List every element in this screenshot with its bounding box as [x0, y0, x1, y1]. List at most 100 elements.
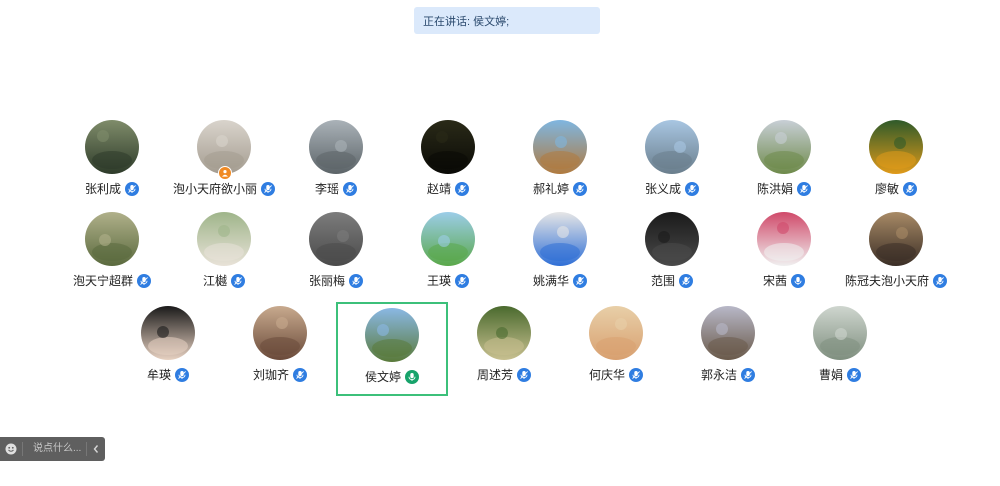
- participant-tile[interactable]: 陈洪娟: [728, 116, 840, 210]
- participant-tile[interactable]: 江樾: [168, 208, 280, 302]
- participant-namebar: 廖敏: [875, 180, 917, 197]
- participant-tile[interactable]: 侯文婷: [336, 302, 448, 396]
- participant-tile[interactable]: 范围: [616, 208, 728, 302]
- participant-grid: 张利成 泡小天府欲小丽 李瑶 赵靖 郝礼婷 张义成 陈洪娟 廖敏泡天宁超群 江樾 张丽梅 王瑛 姚满华…: [0, 0, 1000, 486]
- participant-name: 牟瑛: [146, 368, 171, 382]
- participant-tile[interactable]: 泡天宁超群: [56, 208, 168, 302]
- mic-muted-icon[interactable]: [791, 273, 805, 288]
- participant-tile[interactable]: 郭永洁: [672, 302, 784, 396]
- participant-tile[interactable]: 赵靖: [392, 116, 504, 210]
- participant-tile[interactable]: 张利成: [56, 116, 168, 210]
- avatar: [85, 120, 139, 174]
- avatar: [141, 306, 195, 360]
- participant-tile[interactable]: 郝礼婷: [504, 116, 616, 210]
- mic-icon[interactable]: [137, 273, 151, 288]
- mic-icon[interactable]: [125, 181, 139, 196]
- participant-tile[interactable]: 何庆华: [560, 302, 672, 396]
- avatar: [533, 212, 587, 266]
- emoji-icon[interactable]: [0, 443, 22, 455]
- participant-name: 姚满华: [532, 274, 569, 288]
- participant-namebar: 张义成: [645, 180, 699, 197]
- mic-icon[interactable]: [629, 367, 643, 382]
- participant-name: 曹娟: [818, 368, 843, 382]
- mic-icon[interactable]: [293, 367, 307, 382]
- mic-icon[interactable]: [261, 181, 275, 196]
- chat-input[interactable]: 说点什么...: [22, 442, 86, 456]
- avatar: [645, 120, 699, 174]
- participant-namebar: 刘珈齐: [253, 366, 307, 383]
- avatar: [253, 306, 307, 360]
- avatar: [813, 306, 867, 360]
- participant-namebar: 江樾: [203, 272, 245, 289]
- participant-tile[interactable]: 姚满华: [504, 208, 616, 302]
- mic-icon[interactable]: [903, 181, 917, 196]
- participant-name: 范围: [650, 274, 675, 288]
- participant-tile[interactable]: 李瑶: [280, 116, 392, 210]
- participant-namebar: 李瑶: [315, 180, 357, 197]
- participant-tile[interactable]: 张义成: [616, 116, 728, 210]
- avatar: [421, 212, 475, 266]
- mic-icon[interactable]: [685, 181, 699, 196]
- participant-tile[interactable]: 周述芳: [448, 302, 560, 396]
- participant-tile[interactable]: 陈冠夫泡小天府: [840, 208, 952, 302]
- avatar: [85, 212, 139, 266]
- participant-name: 郝礼婷: [532, 182, 569, 196]
- avatar: [869, 120, 923, 174]
- mic-icon[interactable]: [797, 181, 811, 196]
- participant-name: 李瑶: [314, 182, 339, 196]
- participant-tile[interactable]: 王瑛: [392, 208, 504, 302]
- host-badge-icon: [218, 166, 232, 180]
- participant-tile[interactable]: 牟瑛: [112, 302, 224, 396]
- participant-name: 刘珈齐: [252, 368, 289, 382]
- avatar: [869, 212, 923, 266]
- participant-name: 赵靖: [426, 182, 451, 196]
- mic-icon[interactable]: [343, 181, 357, 196]
- mic-icon[interactable]: [741, 367, 755, 382]
- mic-icon[interactable]: [175, 367, 189, 382]
- mic-icon[interactable]: [847, 367, 861, 382]
- mic-icon[interactable]: [573, 273, 587, 288]
- participant-name: 郭永洁: [700, 368, 737, 382]
- participant-name: 张丽梅: [308, 274, 345, 288]
- participant-name: 泡天宁超群: [72, 274, 133, 288]
- mic-icon[interactable]: [455, 181, 469, 196]
- participant-name: 江樾: [202, 274, 227, 288]
- participant-namebar: 赵靖: [427, 180, 469, 197]
- avatar: [701, 306, 755, 360]
- participant-tile[interactable]: 泡小天府欲小丽: [168, 116, 280, 210]
- participant-name: 廖敏: [874, 182, 899, 196]
- participant-namebar: 王瑛: [427, 272, 469, 289]
- avatar: [421, 120, 475, 174]
- participant-namebar: 陈洪娟: [757, 180, 811, 197]
- chat-bar[interactable]: 说点什么...: [0, 437, 105, 461]
- participant-tile[interactable]: 张丽梅: [280, 208, 392, 302]
- mic-icon[interactable]: [231, 273, 245, 288]
- participant-namebar: 周述芳: [477, 366, 531, 383]
- participant-tile[interactable]: 廖敏: [840, 116, 952, 210]
- participant-namebar: 泡天宁超群: [73, 272, 151, 289]
- mic-icon[interactable]: [573, 181, 587, 196]
- mic-icon[interactable]: [455, 273, 469, 288]
- participant-namebar: 郝礼婷: [533, 180, 587, 197]
- mic-speaking-icon[interactable]: [405, 369, 419, 384]
- avatar: [477, 306, 531, 360]
- participant-namebar: 侯文婷: [365, 368, 419, 385]
- participant-tile[interactable]: 刘珈齐: [224, 302, 336, 396]
- participant-namebar: 何庆华: [589, 366, 643, 383]
- avatar: [309, 120, 363, 174]
- participant-name: 泡小天府欲小丽: [172, 182, 257, 196]
- mic-icon[interactable]: [349, 273, 363, 288]
- participant-tile[interactable]: 宋茜: [728, 208, 840, 302]
- avatar: [589, 306, 643, 360]
- mic-icon[interactable]: [679, 273, 693, 288]
- mic-icon[interactable]: [517, 367, 531, 382]
- participant-name: 陈冠夫泡小天府: [844, 274, 929, 288]
- participant-namebar: 张利成: [85, 180, 139, 197]
- participant-name: 侯文婷: [364, 370, 401, 384]
- participant-tile[interactable]: 曹娟: [784, 302, 896, 396]
- avatar: [757, 120, 811, 174]
- participant-namebar: 陈冠夫泡小天府: [845, 272, 947, 289]
- participant-name: 周述芳: [476, 368, 513, 382]
- collapse-icon[interactable]: [86, 442, 105, 456]
- mic-icon[interactable]: [933, 273, 947, 288]
